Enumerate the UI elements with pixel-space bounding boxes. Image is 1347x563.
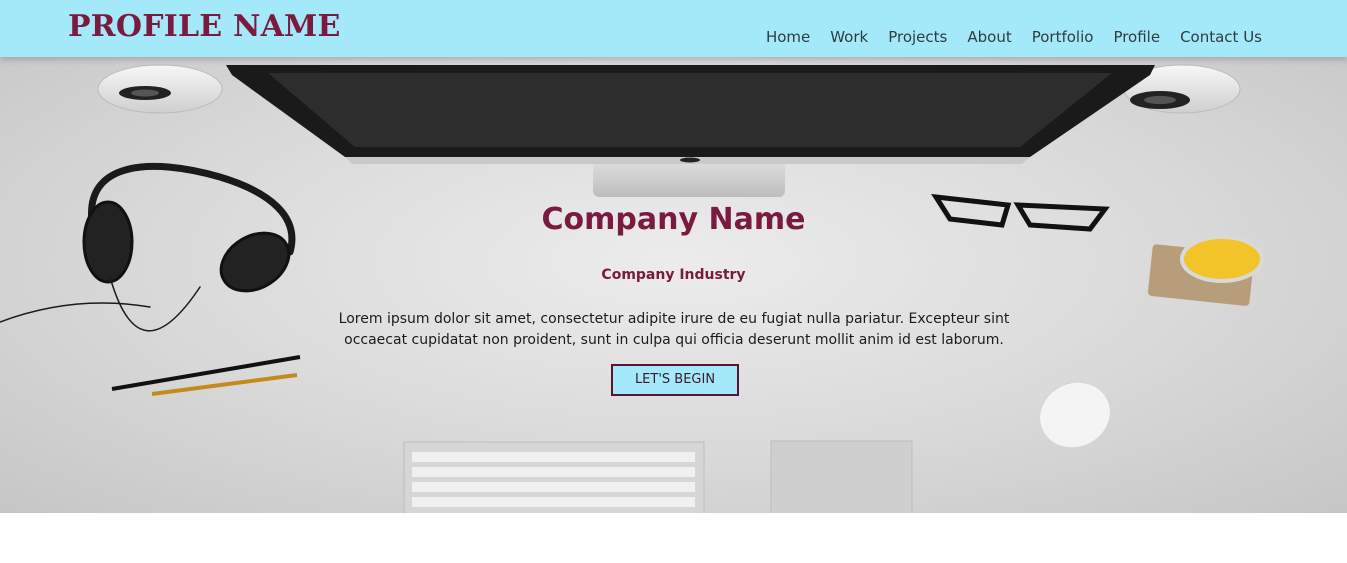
lets-begin-button[interactable]: LET'S BEGIN bbox=[611, 364, 739, 396]
nav-work[interactable]: Work bbox=[830, 28, 868, 46]
brand-logo[interactable]: PROFILE NAME bbox=[68, 9, 341, 44]
nav-portfolio[interactable]: Portfolio bbox=[1032, 28, 1094, 46]
hero-description: Lorem ipsum dolor sit amet, consectetur … bbox=[338, 311, 1010, 348]
navbar: PROFILE NAME Home Work Projects About Po… bbox=[0, 0, 1347, 57]
company-industry: Company Industry bbox=[601, 267, 746, 283]
hero-section: Company Name Company Industry Lorem ipsu… bbox=[0, 57, 1347, 513]
nav-home[interactable]: Home bbox=[766, 28, 810, 46]
main-nav: Home Work Projects About Portfolio Profi… bbox=[766, 28, 1262, 46]
nav-projects[interactable]: Projects bbox=[888, 28, 947, 46]
nav-about[interactable]: About bbox=[967, 28, 1011, 46]
nav-contact-us[interactable]: Contact Us bbox=[1180, 28, 1262, 46]
nav-profile[interactable]: Profile bbox=[1113, 28, 1160, 46]
hero-content: Company Name Company Industry Lorem ipsu… bbox=[0, 57, 1347, 513]
company-name: Company Name bbox=[541, 202, 806, 237]
